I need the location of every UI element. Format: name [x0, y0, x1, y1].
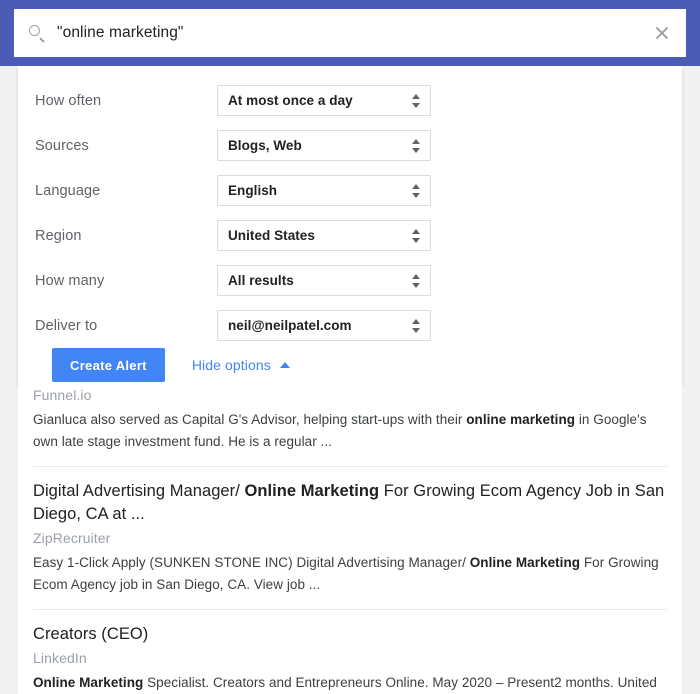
- option-row-deliver-to: Deliver to neil@neilpatel.com: [35, 303, 465, 348]
- alert-actions: Create Alert Hide options: [52, 348, 290, 382]
- search-bar-container: "online marketing": [0, 0, 700, 66]
- close-icon[interactable]: [652, 23, 672, 43]
- result-source: LinkedIn: [33, 650, 87, 666]
- option-selected-value: English: [228, 183, 278, 198]
- result-source: ZipRecruiter: [33, 530, 111, 546]
- hide-options-label: Hide options: [191, 357, 271, 373]
- result-item[interactable]: Digital Advertising Manager/ Online Mark…: [18, 467, 682, 596]
- option-select-deliver-to[interactable]: neil@neilpatel.com: [217, 310, 431, 341]
- option-selected-value: neil@neilpatel.com: [228, 318, 352, 333]
- stepper-arrows-icon[interactable]: [412, 183, 421, 199]
- stepper-arrows-icon[interactable]: [412, 93, 421, 109]
- option-row-sources: Sources Blogs, Web: [35, 123, 465, 168]
- option-select-how-often[interactable]: At most once a day: [217, 85, 431, 116]
- results-list: Funnel.io Gianluca also served as Capital…: [18, 385, 682, 694]
- result-title[interactable]: Creators (CEO): [33, 610, 667, 646]
- option-select-how-many[interactable]: All results: [217, 265, 431, 296]
- result-snippet: Online Marketing Specialist. Creators an…: [33, 675, 657, 690]
- option-label: Language: [35, 182, 101, 199]
- result-snippet: Easy 1-Click Apply (SUNKEN STONE INC) Di…: [33, 555, 659, 592]
- option-selected-value: At most once a day: [228, 93, 353, 108]
- search-input[interactable]: "online marketing": [57, 24, 652, 42]
- option-label: Deliver to: [35, 317, 98, 334]
- stepper-arrows-icon[interactable]: [412, 318, 421, 334]
- option-label: Sources: [35, 137, 89, 154]
- option-row-how-often: How often At most once a day: [35, 78, 465, 123]
- option-label: How many: [35, 272, 105, 289]
- option-selected-value: All results: [228, 273, 294, 288]
- alert-options-form: How often At most once a day Sources Blogs,…: [35, 78, 465, 348]
- result-snippet: Gianluca also served as Capital G's Advi…: [33, 412, 647, 449]
- caret-up-icon: [279, 362, 290, 368]
- option-select-sources[interactable]: Blogs, Web: [217, 130, 431, 161]
- search-input-box[interactable]: "online marketing": [14, 9, 686, 57]
- result-item[interactable]: Creators (CEO) LinkedIn Online Marketing S…: [18, 610, 682, 694]
- option-selected-value: United States: [228, 228, 315, 243]
- result-source: Funnel.io: [33, 387, 92, 403]
- option-row-language: Language English: [35, 168, 465, 213]
- option-row-how-many: How many All results: [35, 258, 465, 303]
- result-title[interactable]: Digital Advertising Manager/ Online Mark…: [33, 467, 667, 526]
- page-canvas: How often At most once a day Sources Blogs,…: [0, 66, 700, 694]
- option-label: Region: [35, 227, 82, 244]
- hide-options-link[interactable]: Hide options: [192, 357, 290, 373]
- option-select-region[interactable]: United States: [217, 220, 431, 251]
- alert-options-panel: How often At most once a day Sources Blogs,…: [18, 66, 682, 385]
- option-row-region: Region United States: [35, 213, 465, 258]
- result-item[interactable]: Funnel.io Gianluca also served as Capital…: [18, 385, 682, 453]
- option-label: How often: [35, 92, 102, 109]
- create-alert-button[interactable]: Create Alert: [52, 348, 165, 382]
- option-select-language[interactable]: English: [217, 175, 431, 206]
- stepper-arrows-icon[interactable]: [412, 228, 421, 244]
- stepper-arrows-icon[interactable]: [412, 273, 421, 289]
- stepper-arrows-icon[interactable]: [412, 138, 421, 154]
- option-selected-value: Blogs, Web: [228, 138, 302, 153]
- search-icon: [28, 24, 46, 43]
